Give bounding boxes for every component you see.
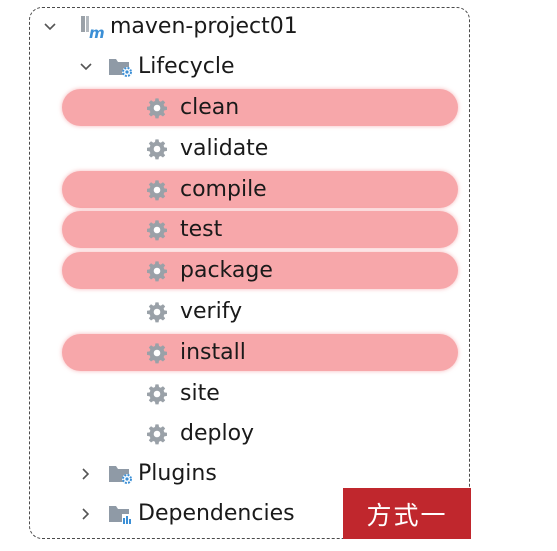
gear-icon (146, 301, 168, 323)
plugins-label: Plugins (138, 461, 217, 486)
phase-label: verify (180, 299, 243, 324)
lifecycle-phase-verify[interactable]: verify (146, 292, 242, 332)
lifecycle-phase-compile[interactable]: compile (146, 170, 267, 210)
chevron-down-icon[interactable] (78, 59, 94, 75)
phase-label: validate (180, 136, 269, 161)
folder-gear-icon (108, 55, 134, 79)
tree-node-dependencies[interactable]: Dependencies (78, 494, 295, 534)
phase-label: clean (180, 95, 240, 120)
lifecycle-phase-site[interactable]: site (146, 374, 220, 414)
tree-node-lifecycle[interactable]: Lifecycle (78, 47, 235, 87)
phase-label: package (180, 258, 273, 283)
chevron-right-icon[interactable] (78, 506, 94, 522)
gear-icon (146, 219, 168, 241)
folder-gear-icon (108, 462, 134, 486)
phase-label: site (180, 381, 220, 406)
phase-label: install (180, 340, 246, 365)
gear-icon (146, 423, 168, 445)
lifecycle-phase-clean[interactable]: clean (146, 88, 239, 128)
chevron-down-icon[interactable] (42, 19, 58, 35)
lifecycle-phase-package[interactable]: package (146, 251, 273, 291)
gear-icon (146, 138, 168, 160)
tree-node-plugins[interactable]: Plugins (78, 454, 217, 494)
folder-chart-icon (108, 502, 134, 526)
gear-icon (146, 383, 168, 405)
phase-label: compile (180, 177, 267, 202)
method-badge: 方式一 (343, 488, 471, 539)
project-label: maven-project01 (110, 14, 298, 39)
gear-icon (146, 260, 168, 282)
lifecycle-phase-test[interactable]: test (146, 210, 222, 250)
phase-label: test (180, 217, 223, 242)
dependencies-label: Dependencies (138, 501, 295, 526)
chevron-right-icon[interactable] (78, 466, 94, 482)
phase-label: deploy (180, 421, 255, 446)
gear-icon (146, 97, 168, 119)
lifecycle-phase-deploy[interactable]: deploy (146, 414, 254, 454)
lifecycle-phase-validate[interactable]: validate (146, 129, 268, 169)
highlight-pill (62, 211, 458, 248)
svg-text:m: m (89, 24, 104, 40)
tree-node-project[interactable]: m maven-project01 (42, 7, 298, 47)
highlight-pill (62, 89, 458, 126)
gear-icon (146, 342, 168, 364)
lifecycle-label: Lifecycle (138, 54, 235, 79)
gear-icon (146, 179, 168, 201)
lifecycle-phase-install[interactable]: install (146, 333, 246, 373)
highlight-pill (62, 334, 458, 371)
maven-module-icon: m (78, 14, 104, 40)
